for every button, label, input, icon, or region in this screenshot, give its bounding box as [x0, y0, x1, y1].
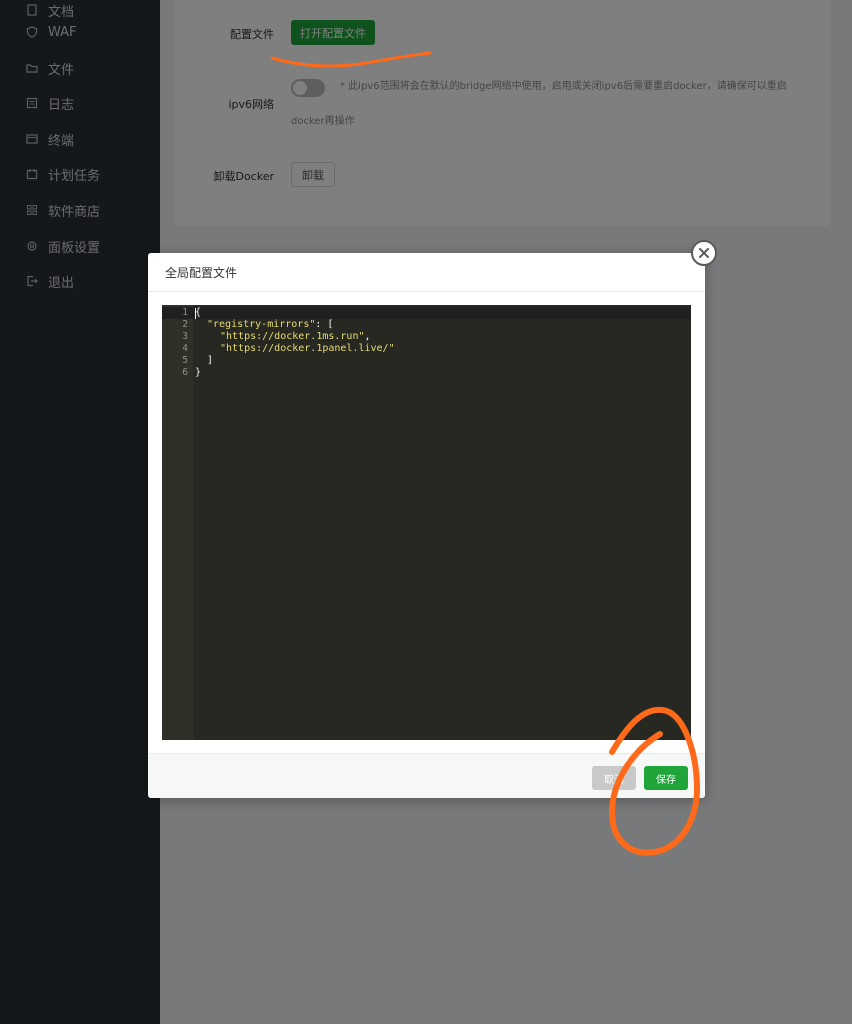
code-line-4: "https://docker.1panel.live/"	[220, 343, 395, 355]
close-dialog-button[interactable]	[691, 240, 717, 266]
code-line-5: ]	[207, 355, 214, 366]
json-string: "https://docker.1panel.live/"	[220, 343, 395, 354]
close-icon	[699, 248, 709, 258]
line-number: 4	[182, 343, 188, 354]
line-number: 5	[182, 355, 188, 366]
line-number: 3	[182, 331, 188, 342]
json-punct: : [	[315, 319, 334, 330]
cancel-button[interactable]: 取消	[592, 766, 636, 790]
line-number: 2	[182, 319, 188, 330]
dialog-title: 全局配置文件	[165, 266, 238, 280]
code-editor[interactable]: 1 2 3 4 5 6 { "registry-mirrors": [ "htt…	[162, 305, 691, 740]
active-line	[162, 307, 691, 319]
json-punct: ,	[364, 331, 371, 342]
json-key: "registry-mirrors"	[207, 319, 316, 330]
divider	[148, 291, 705, 292]
code-line-2: "registry-mirrors": [	[207, 319, 333, 331]
text-cursor	[195, 308, 196, 319]
dialog-footer: 取消 保存	[148, 753, 705, 798]
line-number: 6	[182, 367, 188, 378]
code-line-6: }	[195, 367, 202, 378]
line-number: 1	[182, 307, 188, 318]
code-line-3: "https://docker.1ms.run",	[220, 331, 371, 343]
config-dialog: 全局配置文件 1 2 3 4 5 6 { "registry-mirrors":…	[148, 253, 705, 798]
save-button[interactable]: 保存	[644, 766, 688, 790]
json-string: "https://docker.1ms.run"	[220, 331, 365, 342]
